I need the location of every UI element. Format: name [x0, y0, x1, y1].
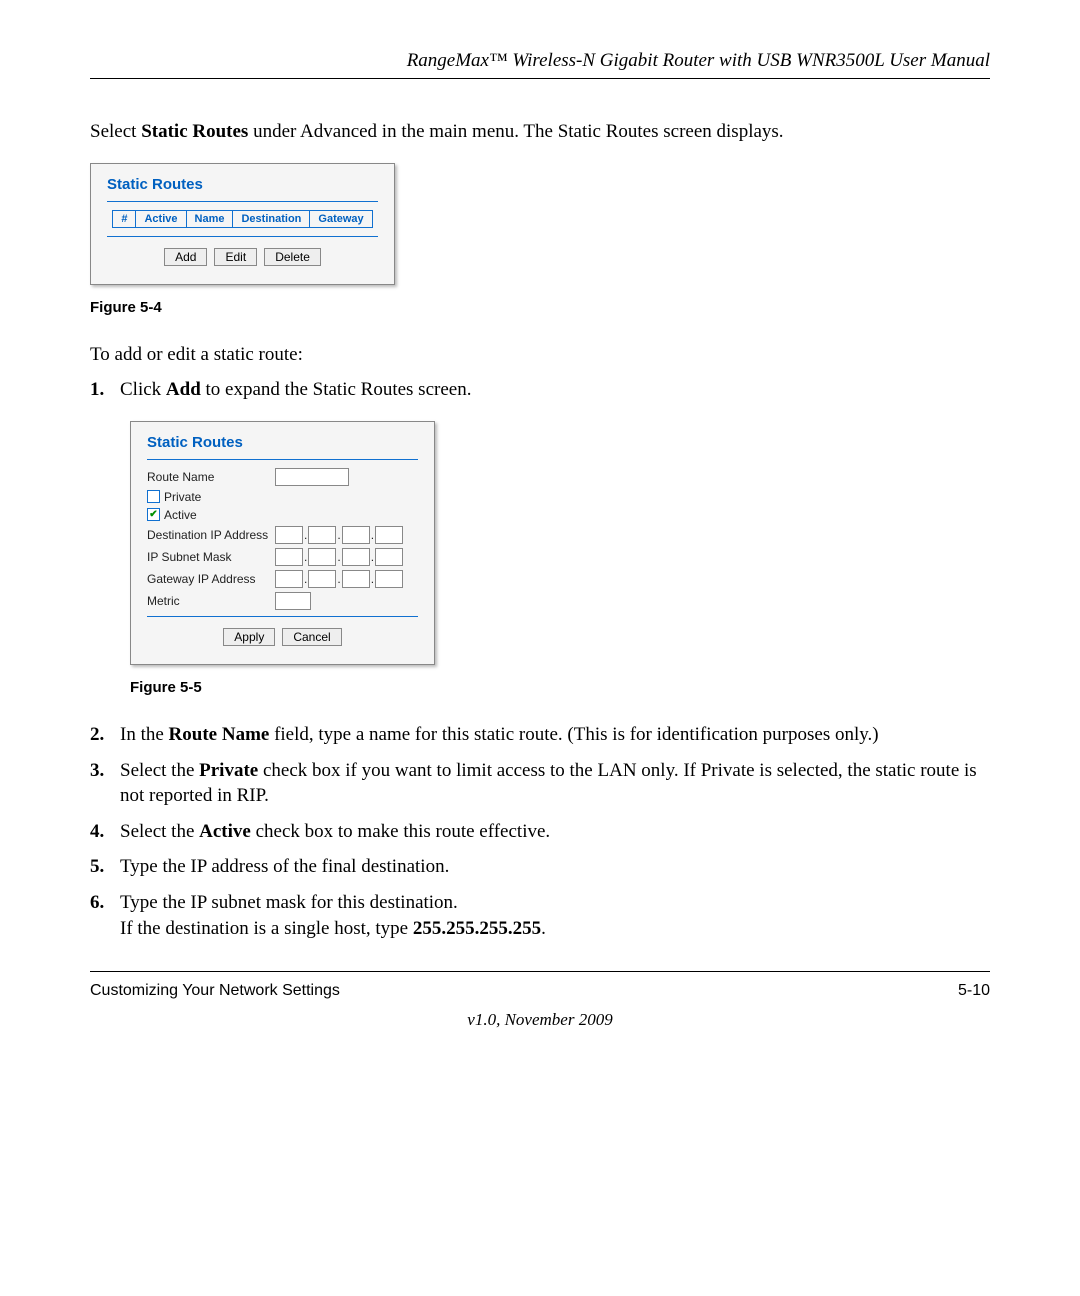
dest-ip-seg4[interactable]: [375, 526, 403, 544]
panel-divider: [107, 201, 378, 202]
header-rule: [90, 78, 990, 79]
intro-paragraph: Select Static Routes under Advanced in t…: [90, 119, 990, 145]
step-2-before: In the: [120, 724, 169, 745]
metric-row: Metric: [147, 592, 418, 610]
form-divider-bottom: [147, 616, 418, 617]
table-button-row: Add Edit Delete: [107, 245, 378, 266]
route-name-row: Route Name: [147, 468, 418, 486]
step-6-line1: Type the IP subnet mask for this destina…: [120, 892, 458, 913]
edit-button[interactable]: Edit: [214, 248, 257, 266]
step-2-num: 2.: [90, 722, 104, 748]
subnet-seg1[interactable]: [275, 548, 303, 566]
footer: Customizing Your Network Settings 5-10: [90, 982, 990, 1000]
static-routes-list-panel: Static Routes # Active Name Destination …: [90, 163, 395, 285]
step-1-before: Click: [120, 379, 166, 400]
form-button-row: Apply Cancel: [147, 625, 418, 646]
document-header: RangeMax™ Wireless-N Gigabit Router with…: [90, 50, 990, 72]
active-label: Active: [164, 508, 197, 522]
step-6-line2-before: If the destination is a single host, typ…: [120, 918, 413, 939]
panel-divider-2: [107, 236, 378, 237]
step-6-line2-bold: 255.255.255.255: [413, 918, 541, 939]
intro-text-before: Select: [90, 121, 141, 142]
gateway-seg4[interactable]: [375, 570, 403, 588]
step-4-num: 4.: [90, 819, 104, 845]
step-1-num: 1.: [90, 377, 104, 403]
active-row: ✔ Active: [147, 508, 418, 522]
subnet-seg4[interactable]: [375, 548, 403, 566]
step-2: 2. In the Route Name field, type a name …: [90, 722, 990, 748]
step-3-before: Select the: [120, 760, 199, 781]
active-checkbox[interactable]: ✔: [147, 508, 160, 521]
private-row: Private: [147, 490, 418, 504]
subnet-label: IP Subnet Mask: [147, 550, 275, 564]
step-3-num: 3.: [90, 758, 104, 784]
dest-ip-label: Destination IP Address: [147, 528, 275, 542]
step-3: 3. Select the Private check box if you w…: [90, 758, 990, 809]
step-1: 1. Click Add to expand the Static Routes…: [90, 377, 990, 403]
metric-input[interactable]: [275, 592, 311, 610]
step-4-before: Select the: [120, 821, 199, 842]
subnet-seg2[interactable]: [308, 548, 336, 566]
col-destination: Destination: [233, 210, 310, 227]
step-6-line2-after: .: [541, 918, 546, 939]
intro-bold: Static Routes: [141, 121, 248, 142]
dest-ip-seg1[interactable]: [275, 526, 303, 544]
gateway-row: Gateway IP Address ...: [147, 570, 418, 588]
dest-ip-seg2[interactable]: [308, 526, 336, 544]
metric-label: Metric: [147, 594, 275, 608]
step-6: 6. Type the IP subnet mask for this dest…: [90, 890, 990, 941]
gateway-label: Gateway IP Address: [147, 572, 275, 586]
gateway-seg2[interactable]: [308, 570, 336, 588]
col-active: Active: [136, 210, 186, 227]
footer-left: Customizing Your Network Settings: [90, 982, 340, 1000]
delete-button[interactable]: Delete: [264, 248, 321, 266]
subnet-row: IP Subnet Mask ...: [147, 548, 418, 566]
route-name-label: Route Name: [147, 470, 275, 484]
step-5: 5. Type the IP address of the final dest…: [90, 854, 990, 880]
private-checkbox[interactable]: [147, 490, 160, 503]
figure-5-5-caption: Figure 5-5: [130, 679, 990, 696]
col-hash: #: [113, 210, 136, 227]
dest-ip-row: Destination IP Address ...: [147, 526, 418, 544]
panel-title: Static Routes: [107, 176, 378, 193]
gateway-seg3[interactable]: [342, 570, 370, 588]
step-1-after: to expand the Static Routes screen.: [201, 379, 472, 400]
step-4: 4. Select the Active check box to make t…: [90, 819, 990, 845]
form-divider-top: [147, 459, 418, 460]
footer-rule: [90, 971, 990, 972]
step-5-text: Type the IP address of the final destina…: [120, 856, 449, 877]
col-gateway: Gateway: [310, 210, 372, 227]
col-name: Name: [186, 210, 233, 227]
add-edit-intro: To add or edit a static route:: [90, 342, 990, 368]
subnet-seg3[interactable]: [342, 548, 370, 566]
step-3-bold: Private: [199, 760, 258, 781]
intro-text-after: under Advanced in the main menu. The Sta…: [248, 121, 783, 142]
apply-button[interactable]: Apply: [223, 628, 275, 646]
dest-ip-seg3[interactable]: [342, 526, 370, 544]
route-name-input[interactable]: [275, 468, 349, 486]
footer-page: 5-10: [958, 982, 990, 1000]
private-label: Private: [164, 490, 201, 504]
static-routes-table: # Active Name Destination Gateway: [112, 210, 372, 228]
step-6-num: 6.: [90, 890, 104, 916]
step-4-after: check box to make this route effective.: [251, 821, 550, 842]
step-2-bold: Route Name: [169, 724, 270, 745]
cancel-button[interactable]: Cancel: [282, 628, 341, 646]
gateway-seg1[interactable]: [275, 570, 303, 588]
static-routes-form-panel: Static Routes Route Name Private ✔ Activ…: [130, 421, 435, 665]
footer-version: v1.0, November 2009: [90, 1010, 990, 1030]
add-button[interactable]: Add: [164, 248, 207, 266]
step-5-num: 5.: [90, 854, 104, 880]
figure-5-4-caption: Figure 5-4: [90, 299, 990, 316]
step-1-bold: Add: [166, 379, 201, 400]
step-2-after: field, type a name for this static route…: [269, 724, 878, 745]
step-4-bold: Active: [199, 821, 251, 842]
panel-title-2: Static Routes: [147, 434, 418, 451]
